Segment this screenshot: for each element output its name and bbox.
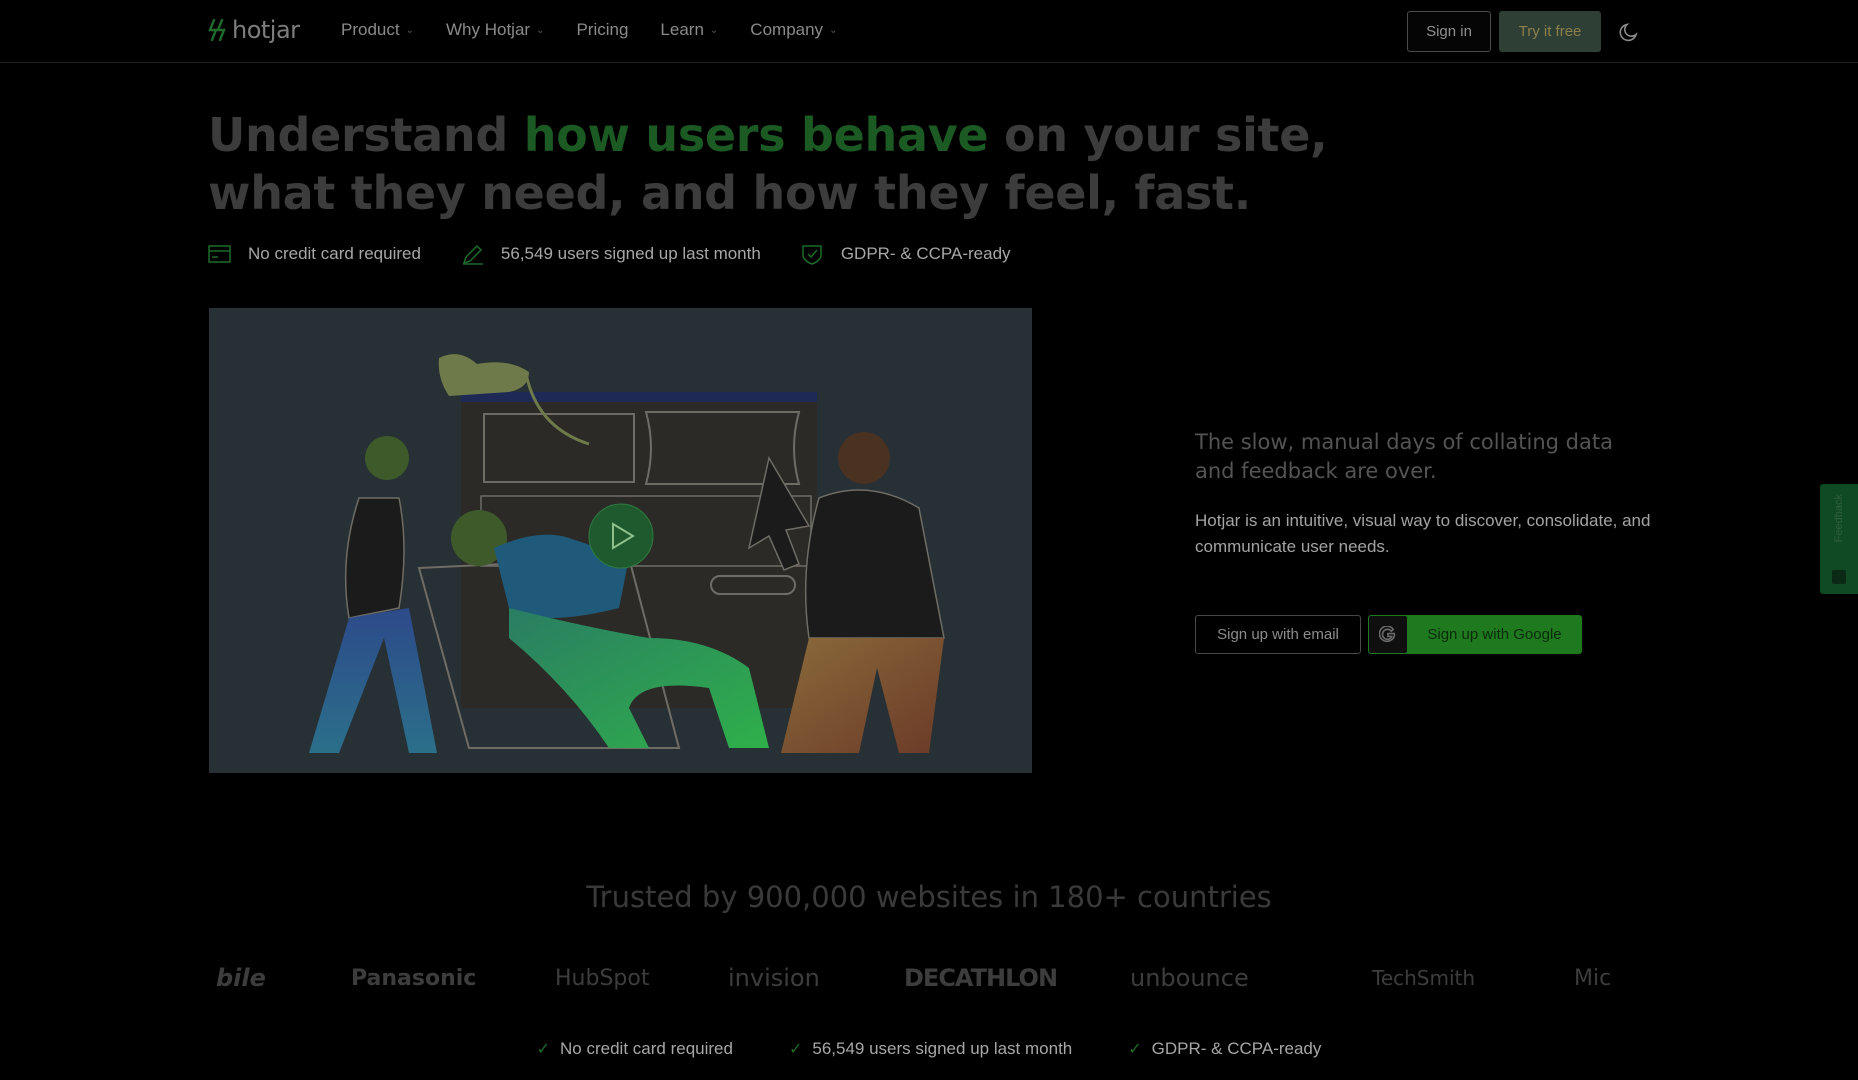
hotjar-logo[interactable]: hotjar	[208, 16, 300, 44]
badge-text: GDPR- & CCPA-ready	[840, 244, 1011, 263]
side-title: The slow, manual days of collating data …	[1195, 430, 1613, 483]
hero-headline: Understand how users behave on your site…	[208, 106, 1468, 222]
nav-item-label: Company	[750, 20, 824, 39]
badge-text: 56,549 users signed up last month	[500, 244, 761, 263]
headline-part: Understand	[208, 108, 524, 162]
logo-text: hotjar	[232, 16, 300, 44]
customer-logo: DECATHLON	[904, 964, 1058, 992]
google-icon	[1369, 616, 1407, 653]
badge-signups: 56,549 users signed up last month	[461, 243, 761, 265]
main-menu: Product ⌄ Why Hotjar ⌄ Pricing Learn ⌄ C…	[341, 20, 869, 40]
nav-item-company[interactable]: Company ⌄	[750, 20, 837, 40]
check-icon: ✓	[1128, 1041, 1142, 1058]
nav-item-pricing[interactable]: Pricing	[576, 20, 628, 40]
chevron-down-icon: ⌄	[829, 24, 838, 36]
chevron-down-icon: ⌄	[405, 24, 414, 36]
try-it-free-button[interactable]: Try it free	[1499, 11, 1601, 52]
customer-logo: unbounce	[1130, 964, 1249, 992]
sign-in-button[interactable]: Sign in	[1407, 11, 1491, 52]
badge-no-credit-card: No credit card required	[208, 243, 421, 265]
badge-text: No credit card required	[248, 244, 421, 263]
customer-logo: invision	[728, 964, 820, 992]
shield-check-icon	[802, 245, 822, 265]
check-item: ✓ GDPR- & CCPA-ready	[1128, 1039, 1321, 1059]
side-description: Hotjar is an intuitive, visual way to di…	[1195, 511, 1651, 556]
nav-item-learn[interactable]: Learn ⌄	[660, 20, 718, 40]
nav-item-label: Learn	[660, 20, 704, 39]
badge-gdpr: GDPR- & CCPA-ready	[801, 243, 1011, 265]
credit-card-icon	[208, 245, 231, 263]
check-icon: ✓	[788, 1041, 803, 1058]
customer-logo: Panasonic	[351, 965, 477, 991]
nav-item-why-hotjar[interactable]: Why Hotjar ⌄	[446, 20, 544, 40]
hero-video[interactable]	[209, 308, 1032, 773]
nav-item-label: Pricing	[576, 20, 629, 39]
nav-item-label: Product	[341, 20, 400, 39]
hero-illustration	[309, 354, 945, 753]
check-text: 56,549 users signed up last month	[812, 1039, 1073, 1058]
chevron-down-icon: ⌄	[536, 24, 545, 36]
bottom-checklist: ✓ No credit card required ✓ 56,549 users…	[0, 1039, 1858, 1059]
sign-up-google-button[interactable]: Sign up with Google	[1368, 615, 1582, 654]
hotjar-logo-icon	[208, 19, 226, 41]
nav-item-label: Why Hotjar	[445, 20, 531, 39]
top-nav: hotjar Product ⌄ Why Hotjar ⌄ Pricing Le…	[0, 0, 1858, 63]
customer-logo: Mic	[1574, 965, 1612, 991]
customer-logo: TechSmith	[1372, 966, 1476, 990]
check-icon: ✓	[536, 1041, 551, 1058]
feedback-tab[interactable]: Feedback	[1820, 484, 1858, 594]
feedback-icon	[1832, 570, 1846, 584]
customer-logo: HubSpot	[555, 965, 650, 991]
pencil-icon	[462, 244, 483, 265]
google-button-label: Sign up with Google	[1427, 626, 1562, 643]
feedback-label: Feedback	[1833, 494, 1845, 543]
moon-icon[interactable]	[1617, 20, 1641, 44]
trusted-title: Trusted by 900,000 websites in 180+ coun…	[586, 880, 1272, 914]
sign-up-email-button[interactable]: Sign up with email	[1195, 615, 1361, 654]
headline-accent: how users behave	[523, 108, 989, 162]
check-text: GDPR- & CCPA-ready	[1151, 1039, 1322, 1058]
customer-logo: bile	[216, 964, 266, 992]
chevron-down-icon: ⌄	[709, 24, 719, 36]
check-item: ✓ No credit card required	[537, 1039, 733, 1059]
nav-item-product[interactable]: Product ⌄	[341, 20, 414, 40]
customer-logos: bile Panasonic HubSpot invision DECATHLO…	[208, 956, 1650, 1000]
check-item: ✓ 56,549 users signed up last month	[789, 1039, 1072, 1059]
check-text: No credit card required	[560, 1039, 733, 1058]
hero-badges: No credit card required 56,549 users sig…	[208, 243, 1051, 265]
